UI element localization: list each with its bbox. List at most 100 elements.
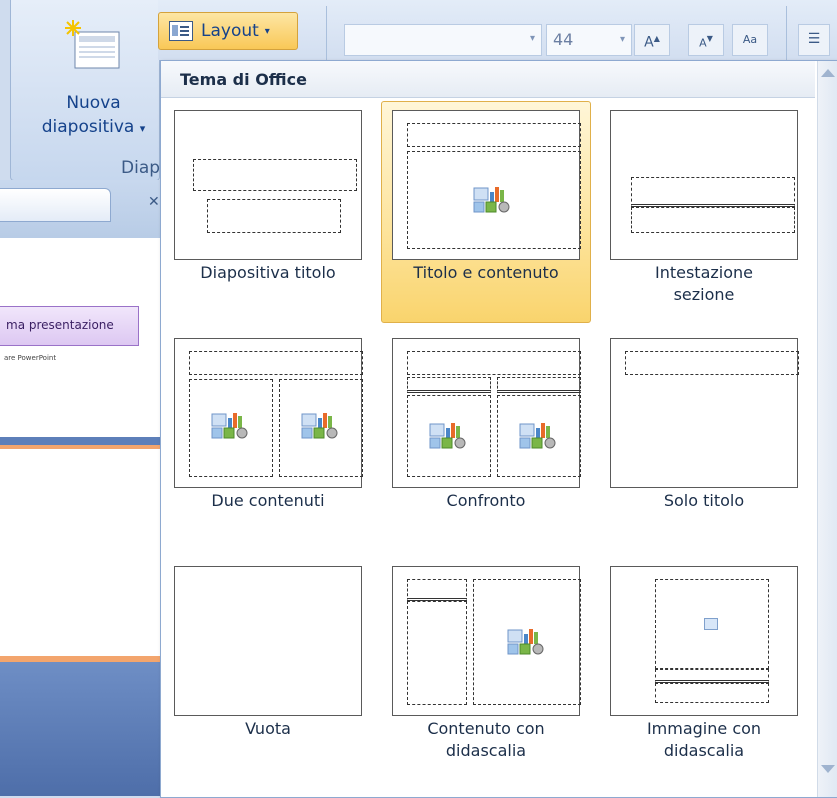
text-placeholder xyxy=(407,601,467,705)
shrink-font-button[interactable]: A▼ xyxy=(688,24,724,56)
layout-caption-line1: Due contenuti xyxy=(211,491,325,510)
font-size-value[interactable]: 44 xyxy=(553,30,573,49)
picture-placeholder xyxy=(655,579,769,669)
picture-icon xyxy=(704,618,718,630)
slide-decoration-band xyxy=(0,656,160,796)
layout-item-vuota[interactable]: Vuota xyxy=(163,557,373,779)
layout-caption: Due contenuti xyxy=(164,490,372,512)
layout-item-confronto[interactable]: Confronto xyxy=(381,329,591,551)
toolbar-divider xyxy=(326,6,327,60)
layout-button[interactable]: Layout ▾ xyxy=(158,12,298,50)
layout-caption: Intestazione sezione xyxy=(600,262,808,306)
content-icons-icon xyxy=(519,423,556,449)
layout-item-solo-titolo[interactable]: Solo titolo xyxy=(599,329,809,551)
layout-thumbnail xyxy=(610,110,798,260)
scroll-up-icon[interactable] xyxy=(821,69,835,77)
gallery-scrollbar[interactable] xyxy=(817,61,837,797)
layout-caption-line1: Immagine con xyxy=(646,719,762,738)
content-placeholder xyxy=(189,379,273,477)
content-icons-icon xyxy=(507,629,544,655)
layout-caption: Confronto xyxy=(382,490,590,512)
new-slide-label-text[interactable]: diapositiva xyxy=(42,117,135,137)
chevron-down-icon[interactable]: ▾ xyxy=(614,25,625,55)
subtitle-placeholder xyxy=(207,199,341,233)
content-icons-icon xyxy=(211,413,248,439)
content-icons-icon xyxy=(301,413,338,439)
slide-subtitle-placeholder[interactable]: are PowerPoint xyxy=(4,354,56,362)
title-placeholder xyxy=(631,177,795,207)
heading-placeholder xyxy=(407,377,491,393)
layout-caption-line2: didascalia xyxy=(663,741,745,760)
toolbar-divider xyxy=(786,6,787,60)
slides-tab-strip: ✕ xyxy=(0,180,160,239)
layout-caption-line1: Solo titolo xyxy=(663,491,745,510)
content-icons-icon xyxy=(473,187,510,213)
content-placeholder xyxy=(473,579,581,705)
scroll-down-icon[interactable] xyxy=(821,765,835,773)
layout-label: Layout xyxy=(201,21,259,41)
content-placeholder xyxy=(407,395,491,477)
layout-item-immagine-con-didascalia[interactable]: Immagine con didascalia xyxy=(599,557,809,779)
layout-item-diapositiva-titolo[interactable]: Diapositiva titolo xyxy=(163,101,373,323)
chevron-down-icon[interactable]: ▾ xyxy=(140,122,146,135)
title-placeholder xyxy=(655,669,769,683)
layout-thumbnail xyxy=(392,566,581,716)
font-name-combo[interactable]: ▾ xyxy=(344,24,542,56)
layout-thumbnail xyxy=(174,110,362,260)
layout-caption: Immagine con didascalia xyxy=(600,718,808,762)
title-placeholder xyxy=(407,123,581,147)
layout-item-contenuto-con-didascalia[interactable]: Contenuto con didascalia xyxy=(381,557,591,779)
layout-caption: Titolo e contenuto xyxy=(382,262,590,284)
layout-caption-line2: didascalia xyxy=(445,741,527,760)
layout-item-due-contenuti[interactable]: Due contenuti xyxy=(163,329,373,551)
new-slide-label-1[interactable]: Nuova xyxy=(11,92,176,115)
new-slide-icon[interactable] xyxy=(63,18,123,72)
layout-caption: Contenuto con didascalia xyxy=(382,718,590,762)
title-placeholder xyxy=(625,351,799,375)
title-placeholder xyxy=(407,579,467,601)
clear-formatting-button[interactable]: Aa xyxy=(732,24,768,56)
grow-font-button[interactable]: A▲ xyxy=(634,24,670,56)
layout-thumbnail xyxy=(392,338,581,488)
layout-thumbnail xyxy=(174,566,362,716)
new-slide-label-2[interactable]: diapositiva ▾ xyxy=(11,116,176,140)
layout-item-titolo-e-contenuto[interactable]: Titolo e contenuto xyxy=(381,101,591,323)
layout-caption-line1: Vuota xyxy=(245,719,291,738)
layout-thumbnail xyxy=(392,110,581,260)
layout-icon xyxy=(169,21,193,41)
slide-title-placeholder[interactable]: ma presentazione xyxy=(0,306,139,346)
home-toolbar: Layout ▾ ▾ 44 ▾ A▲ A▼ Aa ☰ xyxy=(158,0,837,60)
text-placeholder xyxy=(655,683,769,703)
chevron-down-icon: ▾ xyxy=(264,25,270,37)
bullets-button[interactable]: ☰ xyxy=(798,24,830,56)
title-placeholder xyxy=(407,351,581,375)
layout-caption-line1: Intestazione xyxy=(654,263,753,282)
content-placeholder xyxy=(497,395,581,477)
content-placeholder xyxy=(407,151,581,249)
text-placeholder xyxy=(631,207,795,233)
content-icons-icon xyxy=(429,423,466,449)
layout-thumbnail xyxy=(174,338,363,488)
layout-caption: Solo titolo xyxy=(600,490,808,512)
layout-caption: Vuota xyxy=(164,718,372,740)
title-placeholder xyxy=(193,159,357,191)
layout-caption-line1: Contenuto con xyxy=(427,719,545,738)
layout-item-intestazione-sezione[interactable]: Intestazione sezione xyxy=(599,101,809,323)
shrink-font-label: A xyxy=(699,36,707,50)
heading-placeholder xyxy=(497,377,581,393)
layout-thumbnail xyxy=(610,338,799,488)
layout-caption-line2: sezione xyxy=(673,285,735,304)
tab-slides[interactable] xyxy=(0,188,111,222)
layout-thumbnail xyxy=(610,566,798,716)
clear-formatting-label: Aa xyxy=(742,33,758,46)
layout-caption: Diapositiva titolo xyxy=(164,262,372,284)
chevron-down-icon[interactable]: ▾ xyxy=(530,33,535,44)
gallery-header: Tema di Office xyxy=(161,61,815,98)
title-placeholder xyxy=(189,351,363,375)
close-icon[interactable]: ✕ xyxy=(148,194,160,210)
font-size-combo[interactable]: 44 ▾ xyxy=(546,24,632,56)
bullets-icon: ☰ xyxy=(807,31,821,47)
layout-gallery: Tema di Office Diapositiva titolo Titolo… xyxy=(160,60,837,798)
group-label: Diap xyxy=(121,158,161,178)
layout-caption-line1: Titolo e contenuto xyxy=(413,263,559,282)
